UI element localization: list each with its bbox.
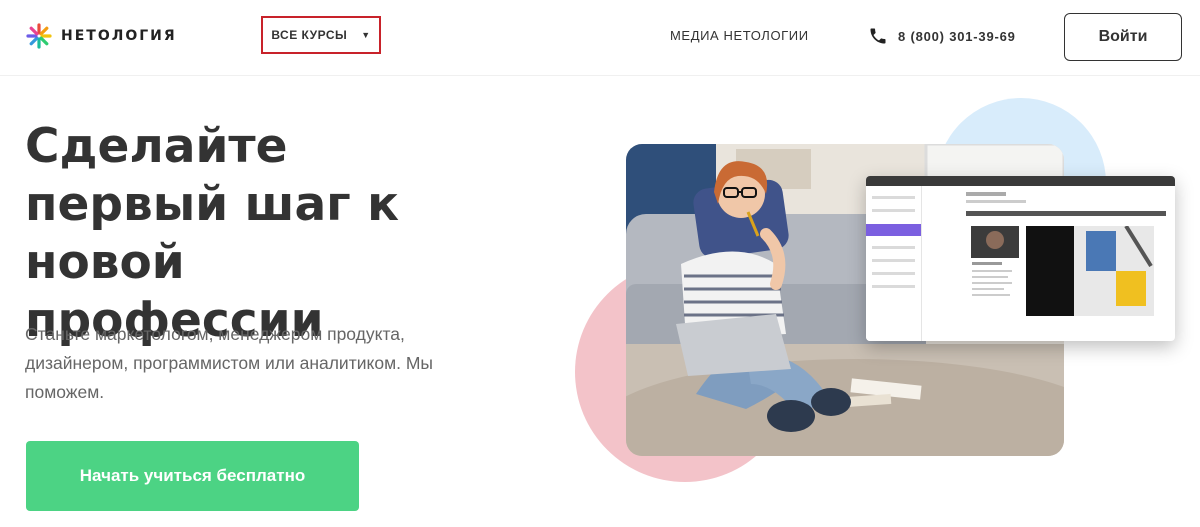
start-free-button[interactable]: Начать учиться бесплатно [26, 441, 359, 511]
hero-subtitle: Станьте маркетологом, менеджером продукт… [25, 324, 433, 402]
all-courses-label: ВСЕ КУРСЫ [271, 28, 348, 42]
logo[interactable]: НЕТОЛОГИЯ [25, 22, 177, 50]
mockup-video-panel [971, 226, 1154, 316]
netology-logo-icon [26, 23, 52, 49]
phone-icon [870, 28, 886, 44]
mockup-topbar [866, 176, 1175, 186]
course-platform-mockup [866, 176, 1175, 341]
mockup-sidebar [866, 186, 922, 341]
site-header: НЕТОЛОГИЯ ВСЕ КУРСЫ ▼ МЕДИА НЕТОЛОГИИ 8 … [0, 0, 1200, 76]
triangle-down-icon: ▼ [361, 30, 371, 40]
hero-headline: Сделайте первый шаг к новой профессии [25, 119, 399, 348]
media-link[interactable]: МЕДИА НЕТОЛОГИИ [670, 28, 809, 43]
logo-text: НЕТОЛОГИЯ [61, 28, 177, 44]
phone-link[interactable]: 8 (800) 301-39-69 [868, 26, 1016, 46]
login-button[interactable]: Войти [1064, 13, 1182, 61]
all-courses-dropdown[interactable]: ВСЕ КУРСЫ ▼ [261, 16, 381, 54]
phone-number: 8 (800) 301-39-69 [898, 28, 1016, 44]
mockup-content [966, 192, 1166, 316]
